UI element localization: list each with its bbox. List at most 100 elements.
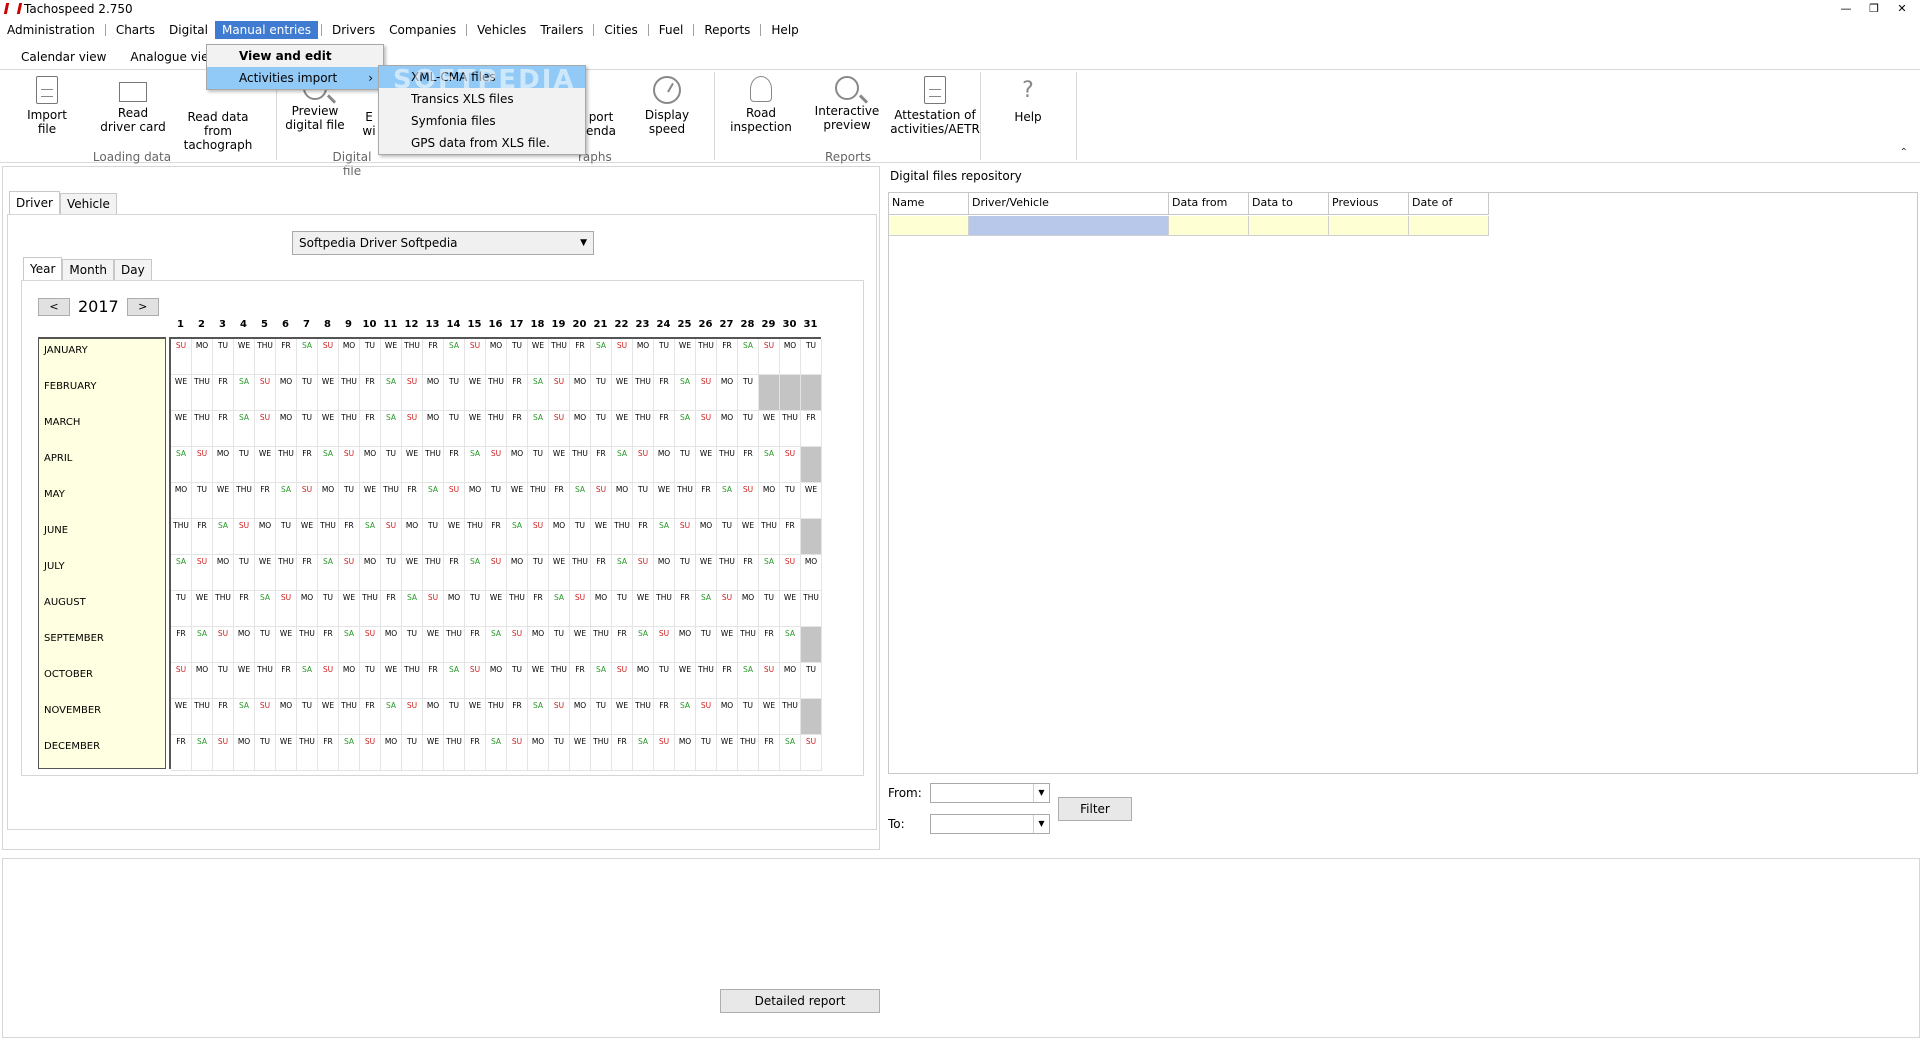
driver-select[interactable]: Softpedia Driver Softpedia ▼ <box>292 231 594 255</box>
calendar-day-cell[interactable]: MO <box>780 339 801 375</box>
calendar-day-cell[interactable]: FR <box>381 591 402 627</box>
calendar-day-cell[interactable]: WE <box>591 519 612 555</box>
calendar-day-cell[interactable]: MO <box>360 555 381 591</box>
calendar-day-cell[interactable]: SA <box>780 627 801 663</box>
menu-reports[interactable]: Reports <box>697 21 757 39</box>
calendar-day-cell[interactable]: FR <box>738 447 759 483</box>
ribbon-collapse-icon[interactable]: ⌃ <box>1900 147 1908 158</box>
calendar-day-cell[interactable]: THU <box>276 555 297 591</box>
calendar-day-cell[interactable]: FR <box>486 519 507 555</box>
calendar-day-cell[interactable]: FR <box>213 375 234 411</box>
calendar-day-cell[interactable]: FR <box>276 339 297 375</box>
calendar-day-cell[interactable]: SU <box>570 591 591 627</box>
calendar-day-cell[interactable]: TU <box>549 735 570 771</box>
calendar-day-cell[interactable]: SU <box>759 339 780 375</box>
calendar-day-cell[interactable]: TU <box>801 663 822 699</box>
calendar-day-cell[interactable]: SU <box>696 375 717 411</box>
calendar-day-cell[interactable]: SA <box>318 555 339 591</box>
calendar-day-cell[interactable]: THU <box>255 339 276 375</box>
column-driver-vehicle[interactable]: Driver/Vehicle <box>969 193 1169 215</box>
calendar-day-cell[interactable]: WE <box>654 483 675 519</box>
calendar-day-cell[interactable]: FR <box>360 699 381 735</box>
close-icon[interactable]: ✕ <box>1888 0 1916 18</box>
calendar-day-cell[interactable]: FR <box>612 735 633 771</box>
calendar-day-cell[interactable]: FR <box>717 339 738 375</box>
calendar-day-cell[interactable]: WE <box>612 411 633 447</box>
calendar-day-cell[interactable]: SU <box>381 519 402 555</box>
calendar-day-cell[interactable]: SU <box>402 375 423 411</box>
calendar-day-cell[interactable]: TU <box>360 339 381 375</box>
calendar-day-cell[interactable]: THU <box>213 591 234 627</box>
calendar-day-cell[interactable]: SA <box>381 375 402 411</box>
menu-symfonia-files[interactable]: Symfonia files <box>379 110 585 132</box>
calendar-day-cell[interactable]: SU <box>633 447 654 483</box>
previous-year-button[interactable]: < <box>38 297 70 316</box>
calendar-day-cell[interactable]: FR <box>318 735 339 771</box>
calendar-day-cell[interactable]: SA <box>381 699 402 735</box>
restore-icon[interactable]: ❐ <box>1860 0 1888 18</box>
calendar-day-cell[interactable]: THU <box>423 447 444 483</box>
calendar-day-cell[interactable]: MO <box>255 519 276 555</box>
calendar-day-cell[interactable]: FR <box>696 483 717 519</box>
calendar-day-cell[interactable]: SU <box>675 519 696 555</box>
calendar-day-cell[interactable]: SU <box>360 735 381 771</box>
calendar-day-cell[interactable]: FR <box>360 411 381 447</box>
menu-xml-cma-files[interactable]: XML-CMA files <box>379 66 585 88</box>
calendar-day-cell[interactable]: SU <box>171 663 192 699</box>
calendar-day-cell[interactable]: SA <box>486 627 507 663</box>
minimize-icon[interactable]: — <box>1832 0 1860 18</box>
calendar-day-cell[interactable]: TU <box>507 339 528 375</box>
calendar-day-cell[interactable]: TU <box>738 411 759 447</box>
calendar-day-cell[interactable]: TU <box>402 735 423 771</box>
calendar-day-cell[interactable]: MO <box>213 555 234 591</box>
calendar-day-cell[interactable]: FR <box>738 555 759 591</box>
calendar-day-cell[interactable]: THU <box>339 411 360 447</box>
calendar-day-cell[interactable]: SU <box>402 411 423 447</box>
calendar-day-cell[interactable]: SU <box>465 339 486 375</box>
calendar-day-cell[interactable]: SA <box>465 447 486 483</box>
calendar-day-cell[interactable]: FR <box>423 339 444 375</box>
calendar-day-cell[interactable]: SA <box>423 483 444 519</box>
calendar-day-cell[interactable]: MO <box>633 339 654 375</box>
calendar-day-cell[interactable]: WE <box>486 591 507 627</box>
calendar-cell-empty[interactable] <box>801 375 822 411</box>
calendar-day-cell[interactable]: WE <box>318 375 339 411</box>
calendar-day-cell[interactable]: SU <box>486 447 507 483</box>
calendar-day-cell[interactable]: FR <box>297 447 318 483</box>
calendar-day-cell[interactable]: SU <box>654 627 675 663</box>
calendar-day-cell[interactable]: MO <box>570 699 591 735</box>
tab-day[interactable]: Day <box>114 259 152 280</box>
calendar-day-cell[interactable]: TU <box>297 411 318 447</box>
calendar-day-cell[interactable]: THU <box>780 699 801 735</box>
menu-vehicles[interactable]: Vehicles <box>470 21 533 39</box>
read-driver-card-button[interactable]: Read driver card <box>100 76 166 134</box>
calendar-day-cell[interactable]: THU <box>486 699 507 735</box>
calendar-day-cell[interactable]: SU <box>780 447 801 483</box>
calendar-day-cell[interactable]: THU <box>276 447 297 483</box>
calendar-day-cell[interactable]: WE <box>759 699 780 735</box>
calendar-day-cell[interactable]: SA <box>234 699 255 735</box>
calendar-day-cell[interactable]: THU <box>675 483 696 519</box>
calendar-day-cell[interactable]: THU <box>192 699 213 735</box>
calendar-day-cell[interactable]: SA <box>402 591 423 627</box>
calendar-day-cell[interactable]: THU <box>696 663 717 699</box>
calendar-day-cell[interactable]: SA <box>759 447 780 483</box>
road-inspection-button[interactable]: Road inspection <box>726 76 796 134</box>
calendar-day-cell[interactable]: THU <box>591 627 612 663</box>
calendar-day-cell[interactable]: TU <box>234 447 255 483</box>
calendar-day-cell[interactable]: FR <box>759 735 780 771</box>
calendar-day-cell[interactable]: SA <box>528 375 549 411</box>
column-data-to[interactable]: Data to <box>1249 193 1329 215</box>
calendar-day-cell[interactable]: SA <box>549 591 570 627</box>
calendar-day-cell[interactable]: WE <box>297 519 318 555</box>
menu-charts[interactable]: Charts <box>109 21 162 39</box>
tab-vehicle[interactable]: Vehicle <box>59 193 117 214</box>
calendar-day-cell[interactable]: TU <box>255 627 276 663</box>
calendar-day-cell[interactable]: SA <box>717 483 738 519</box>
calendar-day-cell[interactable]: WE <box>318 411 339 447</box>
calendar-day-cell[interactable]: MO <box>444 591 465 627</box>
calendar-day-cell[interactable]: SA <box>696 591 717 627</box>
calendar-day-cell[interactable]: SU <box>738 483 759 519</box>
calendar-day-cell[interactable]: WE <box>738 519 759 555</box>
calendar-day-cell[interactable]: FR <box>297 555 318 591</box>
